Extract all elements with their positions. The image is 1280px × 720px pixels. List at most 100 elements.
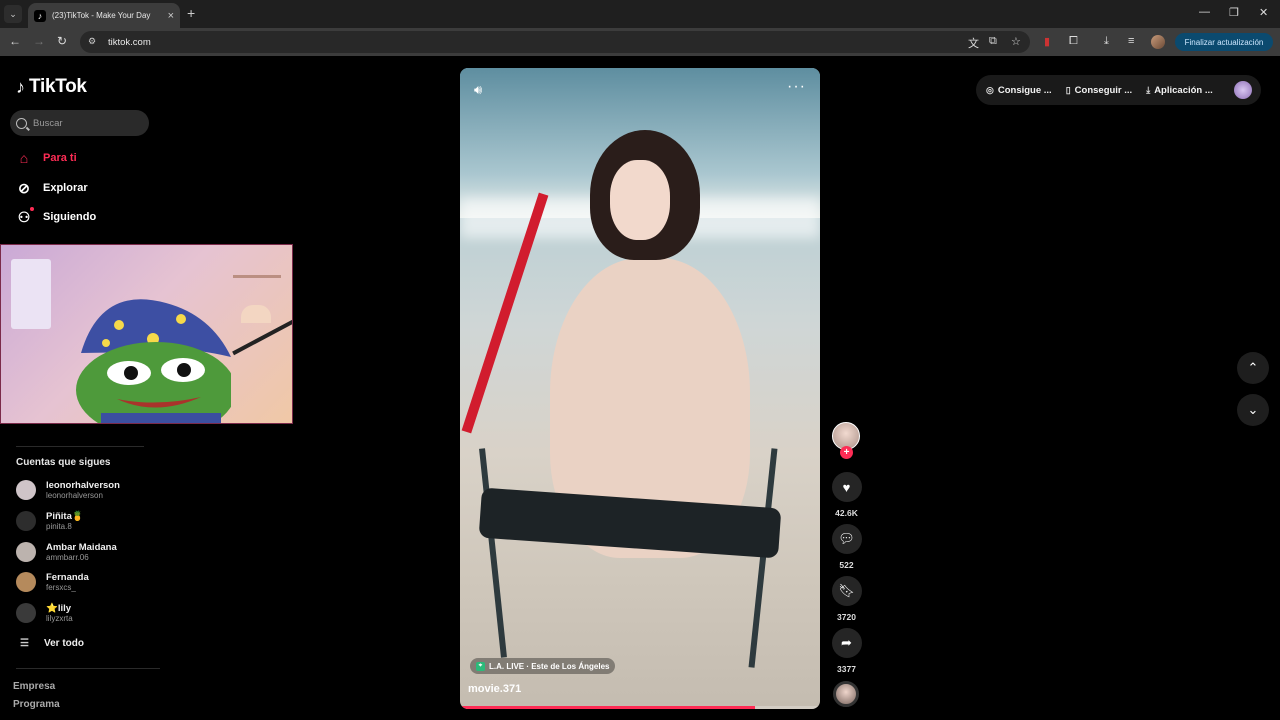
wizard-frog-avatar bbox=[76, 299, 231, 423]
share-action[interactable]: ➦ 3377 bbox=[831, 628, 862, 674]
avatar bbox=[16, 511, 36, 531]
sidebar-item-label: Para ti bbox=[43, 152, 77, 164]
followed-account[interactable]: Fernanda fersxcs_ bbox=[16, 572, 89, 592]
browser-profile-avatar[interactable] bbox=[1151, 35, 1165, 49]
followed-account[interactable]: ⭐lily lilyzxrta bbox=[16, 603, 73, 623]
url-text: tiktok.com bbox=[108, 36, 151, 48]
tiktok-favicon-icon: ♪ bbox=[34, 9, 46, 22]
location-tag[interactable]: ⌖ L.A. LIVE · Este de Los Ángeles bbox=[470, 658, 616, 674]
pill-label: Consigue ... bbox=[997, 84, 1052, 96]
tiktok-page: ♪ TikTok ⌂ Para ti ⊘ Explorar ⚇ Siguiend… bbox=[0, 56, 1280, 720]
download-icon[interactable]: ⤓ bbox=[1104, 35, 1109, 48]
avatar bbox=[16, 603, 36, 623]
sidebar-item-explorar[interactable]: ⊘ Explorar bbox=[16, 180, 88, 196]
like-count: 42.6K bbox=[835, 508, 858, 518]
more-options-icon[interactable]: ··· bbox=[787, 78, 806, 96]
close-tab-icon[interactable]: × bbox=[168, 10, 174, 22]
next-video-button[interactable]: ⌄ bbox=[1237, 394, 1269, 426]
restore-icon[interactable]: ❐ bbox=[1229, 6, 1239, 19]
update-browser-button[interactable]: Finalizar actualización bbox=[1175, 33, 1273, 51]
translate-icon[interactable]: 文 bbox=[968, 35, 979, 51]
music-disc-avatar[interactable] bbox=[833, 681, 859, 707]
tiktok-logo[interactable]: ♪ TikTok bbox=[16, 76, 87, 98]
logo-text: TikTok bbox=[29, 76, 87, 97]
top-actions-bar: ◎ Consigue ... ▯ Conseguir ... ⤓ Aplicac… bbox=[976, 75, 1261, 105]
heart-icon[interactable]: ♥ bbox=[831, 472, 862, 502]
desktop-app-button[interactable]: ⤓ Aplicación ... bbox=[1146, 85, 1213, 96]
followed-account[interactable]: Ambar Maidana ammbarr.06 bbox=[16, 542, 117, 562]
footer-link-programa[interactable]: Programa bbox=[13, 699, 60, 710]
account-handle: fersxcs_ bbox=[46, 583, 76, 592]
extensions-puzzle-icon[interactable]: ⧠ bbox=[1069, 35, 1078, 48]
coin-icon: ◎ bbox=[986, 84, 994, 95]
see-all-button[interactable]: ☰ Ver todo bbox=[20, 638, 84, 649]
account-name: leonorhalverson bbox=[46, 480, 120, 491]
notification-dot bbox=[30, 207, 34, 211]
close-window-icon[interactable]: ✕ bbox=[1259, 6, 1268, 19]
list-icon: ☰ bbox=[20, 638, 29, 649]
bookmark-icon[interactable]: 🔖︎ bbox=[831, 576, 862, 606]
following-icon: ⚇ bbox=[16, 207, 34, 225]
comment-action[interactable]: 💬︎ 522 bbox=[831, 524, 862, 570]
footer-link-empresa[interactable]: Empresa bbox=[13, 681, 55, 692]
sidebar-item-siguiendo[interactable]: ⚇ Siguiendo bbox=[16, 207, 97, 225]
video-player[interactable]: 🔊︎ ··· ⌖ L.A. LIVE · Este de Los Ángeles… bbox=[460, 68, 820, 709]
sidebar-item-label: Siguiendo bbox=[43, 211, 97, 223]
video-frame-chair bbox=[748, 448, 778, 668]
pill-label: Conseguir ... bbox=[1074, 84, 1133, 96]
avatar bbox=[16, 480, 36, 500]
avatar bbox=[16, 542, 36, 562]
tab-search-button[interactable]: ⌄ bbox=[4, 5, 22, 23]
search-box[interactable] bbox=[10, 110, 149, 136]
following-section-title: Cuentas que sigues bbox=[16, 457, 111, 468]
followed-account[interactable]: leonorhalverson leonorhalverson bbox=[16, 480, 120, 500]
follow-plus-icon[interactable]: + bbox=[840, 446, 853, 459]
see-all-label: Ver todo bbox=[44, 638, 85, 649]
account-name: Ambar Maidana bbox=[46, 542, 117, 553]
new-tab-button[interactable]: + bbox=[187, 5, 195, 21]
address-bar[interactable]: ⚙ tiktok.com bbox=[80, 31, 1030, 53]
account-handle: pinita.8 bbox=[46, 522, 72, 531]
browser-toolbar: ← → ↻ ⚙ tiktok.com 文 ⧉ ☆ ▮ ⧠ ⤓ ≡ Finaliz… bbox=[0, 28, 1280, 56]
minimize-icon[interactable]: — bbox=[1199, 6, 1210, 18]
like-action[interactable]: ♥ 42.6K bbox=[831, 472, 862, 518]
location-pin-icon: ⌖ bbox=[476, 661, 485, 671]
previous-video-button[interactable]: ⌃ bbox=[1237, 352, 1269, 384]
account-name: ⭐lily bbox=[46, 603, 72, 614]
share-count: 3377 bbox=[837, 664, 856, 674]
account-handle: lilyzxrta bbox=[46, 614, 73, 623]
get-coins-button[interactable]: ◎ Consigue ... bbox=[986, 85, 1052, 96]
user-avatar[interactable] bbox=[1234, 81, 1252, 99]
get-app-button[interactable]: ▯ Conseguir ... bbox=[1066, 85, 1133, 96]
sidebar-divider bbox=[16, 668, 160, 669]
account-handle: leonorhalverson bbox=[46, 491, 103, 500]
extension-icon[interactable]: ▮ bbox=[1044, 35, 1050, 48]
sidebar-item-para-ti[interactable]: ⌂ Para ti bbox=[16, 150, 77, 166]
tiktok-note-icon: ♪ bbox=[16, 76, 25, 97]
install-app-icon[interactable]: ⧉ bbox=[989, 35, 997, 48]
browser-tab-strip: ⌄ ♪ (23)TikTok - Make Your Day × + — ❐ ✕ bbox=[0, 0, 1280, 28]
search-input[interactable] bbox=[33, 117, 143, 129]
bookmark-star-icon[interactable]: ☆ bbox=[1011, 35, 1021, 48]
room-window bbox=[11, 259, 51, 329]
volume-icon[interactable]: 🔊︎ bbox=[474, 82, 482, 98]
lamp bbox=[241, 305, 271, 323]
video-progress-bar[interactable] bbox=[460, 706, 820, 709]
site-info-icon[interactable]: ⚙ bbox=[88, 36, 100, 48]
compass-icon: ⊘ bbox=[18, 179, 30, 196]
avatar bbox=[16, 572, 36, 592]
share-icon[interactable]: ➦ bbox=[831, 628, 862, 658]
video-author[interactable]: movie.371 bbox=[468, 683, 521, 695]
forward-icon[interactable]: → bbox=[33, 34, 45, 48]
reload-icon[interactable]: ↻ bbox=[57, 34, 67, 48]
back-icon[interactable]: ← bbox=[9, 34, 21, 48]
browser-tab[interactable]: ♪ (23)TikTok - Make Your Day × bbox=[28, 3, 180, 28]
comment-count: 522 bbox=[839, 560, 854, 570]
download-icon: ⤓ bbox=[1146, 84, 1151, 95]
save-action[interactable]: 🔖︎ 3720 bbox=[831, 576, 862, 622]
comment-icon[interactable]: 💬︎ bbox=[831, 524, 862, 554]
search-icon bbox=[16, 117, 27, 129]
media-control-icon[interactable]: ≡ bbox=[1128, 35, 1134, 47]
followed-account[interactable]: Piñita🍍 pinita.8 bbox=[16, 511, 84, 531]
video-frame-chair bbox=[479, 448, 507, 658]
